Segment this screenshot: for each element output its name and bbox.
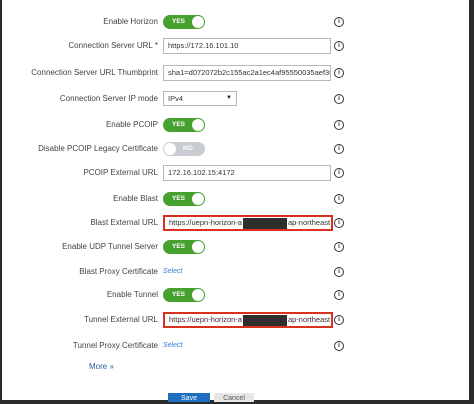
blast-proxy-cert-select-link[interactable]: Select: [163, 262, 182, 282]
info-icon[interactable]: i: [334, 144, 344, 154]
info-icon[interactable]: i: [334, 68, 344, 78]
row-disable-pcoip-legacy-cert: Disable PCOIP Legacy Certificate NO i: [2, 139, 469, 159]
row-connection-server-url: Connection Server URL * https://172.16.10…: [2, 36, 469, 56]
info-icon[interactable]: i: [334, 218, 344, 228]
field-label: Enable Tunnel: [106, 290, 158, 299]
toggle-text: YES: [172, 291, 186, 298]
info-icon[interactable]: i: [334, 194, 344, 204]
info-icon[interactable]: i: [334, 341, 344, 351]
enable-horizon-toggle[interactable]: YES: [163, 15, 205, 29]
cancel-button[interactable]: Cancel: [214, 393, 254, 402]
info-icon[interactable]: i: [334, 290, 344, 300]
tunnel-proxy-cert-select-link[interactable]: Select: [163, 336, 182, 356]
field-label: Blast Proxy Certificate: [79, 267, 158, 276]
connection-server-url-input[interactable]: https://172.16.101.10: [163, 38, 331, 54]
field-label: Blast External URL: [90, 218, 158, 227]
field-label: Connection Server URL Thumbprint: [31, 68, 158, 77]
info-icon[interactable]: i: [334, 120, 344, 130]
field-label: Disable PCOIP Legacy Certificate: [38, 144, 158, 153]
row-connection-server-ip-mode: Connection Server IP mode IPv4 ▼ i: [2, 89, 469, 109]
field-label: Enable Blast: [113, 194, 158, 203]
row-tunnel-external-url: Tunnel External URL https://uepn-horizon…: [2, 310, 469, 330]
enable-udp-tunnel-toggle[interactable]: YES: [163, 240, 205, 254]
row-enable-tunnel: Enable Tunnel YES i: [2, 285, 469, 305]
info-icon[interactable]: i: [334, 41, 344, 51]
row-blast-proxy-certificate: Blast Proxy Certificate Select i: [2, 262, 469, 282]
select-value: IPv4: [168, 94, 184, 103]
required-asterisk: *: [154, 41, 158, 50]
field-label: Enable PCOIP: [105, 120, 158, 129]
row-enable-udp-tunnel-server: Enable UDP Tunnel Server YES i: [2, 237, 469, 257]
disable-pcoip-legacy-cert-toggle[interactable]: NO: [163, 142, 205, 156]
field-label: Enable Horizon: [103, 17, 158, 26]
save-button[interactable]: Save: [168, 393, 210, 402]
row-connection-server-thumbprint: Connection Server URL Thumbprint sha1=d0…: [2, 63, 469, 83]
redaction-block: [242, 217, 287, 229]
enable-pcoip-toggle[interactable]: YES: [163, 118, 205, 132]
row-enable-blast: Enable Blast YES i: [2, 189, 469, 209]
toggle-knob: [192, 193, 204, 205]
window-frame-right: [469, 0, 474, 404]
toggle-knob: [192, 241, 204, 253]
ip-mode-select[interactable]: IPv4 ▼: [163, 91, 237, 106]
tunnel-external-url-input[interactable]: https://uepn-horizon-a ap-northeast: [163, 312, 333, 328]
enable-blast-toggle[interactable]: YES: [163, 192, 205, 206]
toggle-knob: [192, 16, 204, 28]
info-icon[interactable]: i: [334, 267, 344, 277]
toggle-knob: [192, 119, 204, 131]
pcoip-external-url-input[interactable]: 172.16.102.15:4172: [163, 165, 331, 181]
toggle-text: NO: [183, 145, 193, 152]
url-prefix: https://uepn-horizon-a: [169, 315, 242, 324]
toggle-knob: [192, 289, 204, 301]
more-label: More: [89, 362, 108, 371]
info-icon[interactable]: i: [334, 17, 344, 27]
row-enable-horizon: Enable Horizon YES i: [2, 12, 469, 32]
url-suffix: ap-northeast: [287, 315, 331, 324]
enable-tunnel-toggle[interactable]: YES: [163, 288, 205, 302]
field-label: Tunnel Proxy Certificate: [72, 341, 158, 350]
toggle-text: YES: [172, 121, 186, 128]
edge-gateway-settings-form: Enable Horizon YES i Connection Server U…: [2, 0, 469, 402]
info-icon[interactable]: i: [334, 315, 344, 325]
field-label: Tunnel External URL: [84, 315, 158, 324]
toggle-knob: [164, 143, 176, 155]
row-blast-external-url: Blast External URL https://uepn-horizon-…: [2, 213, 469, 233]
field-label: Connection Server IP mode: [59, 94, 158, 103]
chevron-down-icon: ▼: [226, 95, 232, 101]
more-toggle[interactable]: More »: [89, 360, 114, 374]
row-pcoip-external-url: PCOIP External URL 172.16.102.15:4172 i: [2, 163, 469, 183]
toggle-text: YES: [172, 243, 186, 250]
blast-external-url-input[interactable]: https://uepn-horizon-a ap-northeast: [163, 215, 333, 231]
field-label: Enable UDP Tunnel Server: [62, 242, 158, 251]
toggle-text: YES: [172, 18, 186, 25]
chevron-down-icon: »: [109, 362, 114, 371]
info-icon[interactable]: i: [334, 94, 344, 104]
toggle-text: YES: [172, 195, 186, 202]
field-label: Connection Server URL *: [68, 41, 158, 50]
row-enable-pcoip: Enable PCOIP YES i: [2, 115, 469, 135]
info-icon[interactable]: i: [334, 242, 344, 252]
url-suffix: ap-northeast: [287, 218, 331, 227]
info-icon[interactable]: i: [334, 168, 344, 178]
field-label: PCOIP External URL: [83, 168, 158, 177]
redaction-block: [242, 314, 287, 326]
url-prefix: https://uepn-horizon-a: [169, 218, 242, 227]
row-tunnel-proxy-certificate: Tunnel Proxy Certificate Select i: [2, 336, 469, 356]
connection-server-thumbprint-input[interactable]: sha1=d072072b2c155ac2a1ec4af95550035aef3…: [163, 65, 331, 81]
